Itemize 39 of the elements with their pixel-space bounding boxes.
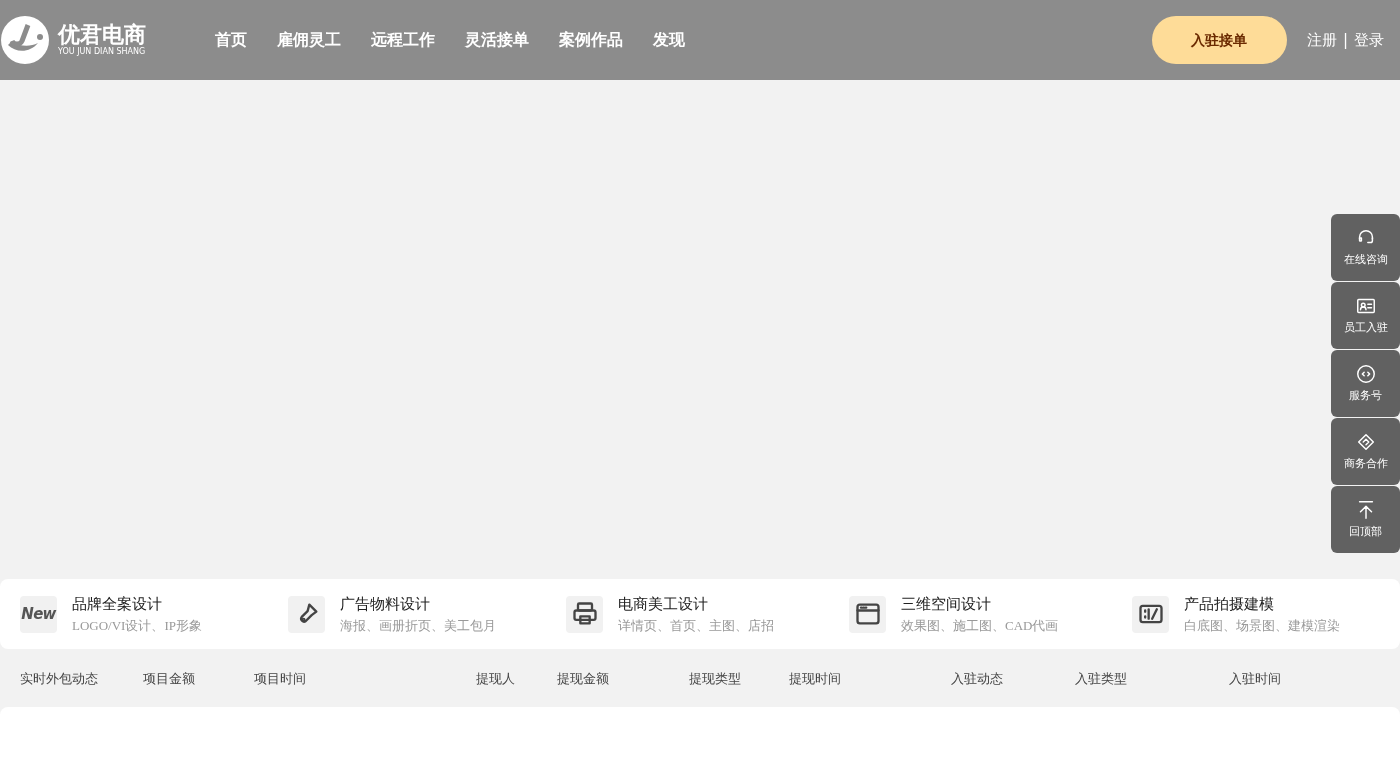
- side-tool-button[interactable]: 商务合作: [1331, 418, 1400, 485]
- column-heading: 实时外包动态: [20, 671, 98, 686]
- category-title[interactable]: 品牌全案设计: [72, 593, 202, 616]
- column-heading: 入驻动态: [951, 671, 1003, 686]
- column-heading: 入驻类型: [1075, 671, 1127, 686]
- logo-name: 优君电商: [58, 24, 146, 46]
- register-link[interactable]: 注册: [1306, 28, 1337, 52]
- side-tool-button[interactable]: 服务号: [1331, 350, 1400, 417]
- column-heading: 提现时间: [789, 671, 841, 686]
- nav-link[interactable]: 灵活接单: [465, 28, 529, 52]
- logo-subtitle: YOU JUN DIAN SHANG: [58, 48, 146, 56]
- nav-link[interactable]: 远程工作: [371, 28, 435, 52]
- category-subtitle: 详情页、首页、主图、店招: [618, 616, 774, 635]
- category-subtitle: 海报、画册折页、美工包月: [340, 616, 496, 635]
- column-heading: 提现人: [476, 671, 515, 686]
- login-link[interactable]: 登录: [1354, 28, 1384, 52]
- column-heading: 提现类型: [689, 671, 741, 686]
- category-subtitle: 白底图、场景图、建模渲染: [1184, 616, 1340, 635]
- category-title[interactable]: 三维空间设计: [901, 593, 1059, 616]
- nav-link[interactable]: 首页: [215, 28, 247, 52]
- nav-link[interactable]: 发现: [653, 28, 685, 52]
- category-title[interactable]: 电商美工设计: [618, 593, 774, 616]
- column-heading: 提现金额: [557, 671, 609, 686]
- category-subtitle: LOGO/VI设计、IP形象: [72, 616, 202, 635]
- nav-link[interactable]: 雇佣灵工: [277, 28, 341, 52]
- separator: |: [1342, 29, 1348, 51]
- new-logo-icon: New: [20, 595, 57, 633]
- join-button[interactable]: 入驻接单: [1151, 16, 1287, 64]
- category-title[interactable]: 广告物料设计: [340, 593, 496, 616]
- side-tool-button[interactable]: 员工入驻: [1331, 282, 1400, 349]
- category-title[interactable]: 产品拍摄建模: [1184, 593, 1340, 616]
- column-heading: 项目时间: [254, 671, 306, 686]
- nav-link[interactable]: 案例作品: [559, 28, 623, 52]
- column-heading: 项目金额: [143, 671, 195, 686]
- column-heading: 入驻时间: [1229, 671, 1281, 686]
- side-tool-button[interactable]: 回顶部: [1331, 486, 1400, 553]
- side-tool-button[interactable]: 在线咨询: [1331, 214, 1400, 281]
- category-subtitle: 效果图、施工图、CAD代画: [901, 616, 1059, 635]
- printer-icon: [570, 600, 599, 628]
